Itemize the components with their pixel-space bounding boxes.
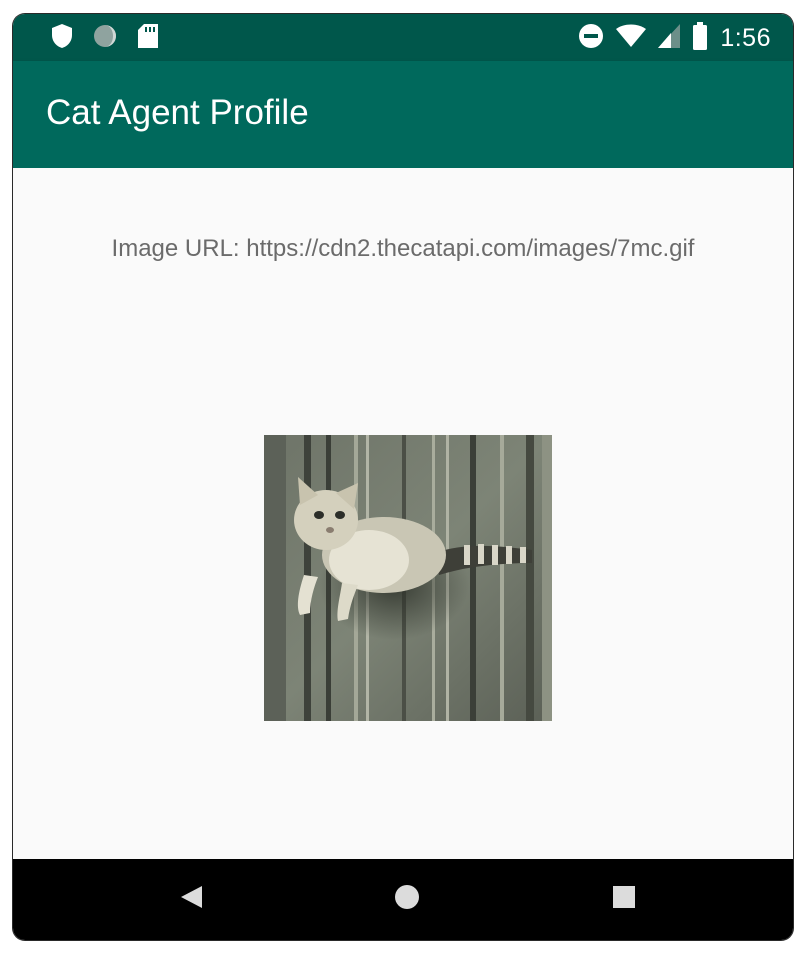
device-screen: 1:56 Cat Agent Profile Image URL: https:… [13,14,793,940]
do-not-disturb-icon [578,23,604,54]
cell-signal-icon [658,23,681,53]
sd-card-icon [137,23,159,54]
status-time: 1:56 [720,23,771,52]
status-left-icons [51,23,159,53]
battery-icon [692,21,708,55]
page-title: Cat Agent Profile [46,93,309,132]
image-url-label: Image URL: https://cdn2.thecatapi.com/im… [111,235,695,262]
navigation-bar [13,859,793,940]
sync-icon [92,23,118,54]
recents-button[interactable] [584,859,664,940]
status-right-icons: 1:56 [578,21,771,55]
main-content: Image URL: https://cdn2.thecatapi.com/im… [13,168,793,859]
wifi-icon [616,24,647,53]
cat-image [264,435,552,721]
home-icon [394,884,420,915]
home-button[interactable] [367,859,447,940]
back-icon [178,884,204,915]
app-bar: Cat Agent Profile [13,61,793,168]
shield-icon [51,23,73,54]
recents-icon [612,885,636,914]
back-button[interactable] [151,859,231,940]
status-bar: 1:56 [13,14,793,61]
